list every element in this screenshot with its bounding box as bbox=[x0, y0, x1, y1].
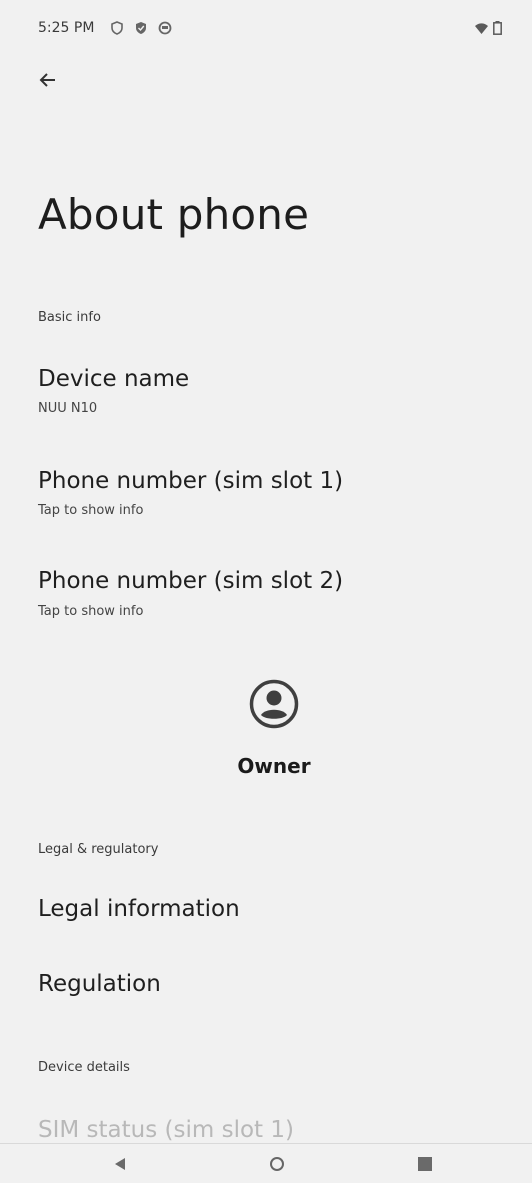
section-header-basic-info: Basic info bbox=[38, 310, 101, 325]
navigation-bar bbox=[0, 1143, 532, 1183]
phone-number-sim2-title: Phone number (sim slot 2) bbox=[38, 568, 344, 594]
status-bar: 5:25 PM bbox=[0, 0, 532, 56]
about-phone-screen: 5:25 PM About phone Basic info Device na… bbox=[0, 0, 532, 1183]
device-name-row[interactable] bbox=[0, 352, 532, 432]
status-icons-left bbox=[110, 20, 172, 35]
section-header-device-details: Device details bbox=[38, 1060, 130, 1075]
status-right-icons bbox=[474, 20, 502, 39]
device-name-title: Device name bbox=[38, 366, 190, 392]
battery-icon bbox=[493, 20, 502, 39]
nav-home-icon[interactable] bbox=[270, 1157, 284, 1171]
section-header-legal: Legal & regulatory bbox=[38, 842, 159, 857]
wifi-icon bbox=[474, 20, 489, 39]
legal-information-title: Legal information bbox=[38, 896, 240, 922]
regulation-title: Regulation bbox=[38, 971, 161, 997]
back-button[interactable] bbox=[34, 66, 62, 94]
status-time: 5:25 PM bbox=[38, 20, 95, 36]
account-circle-icon[interactable] bbox=[248, 678, 300, 730]
page-title: About phone bbox=[38, 190, 310, 239]
phone-number-sim1-summary: Tap to show info bbox=[38, 503, 144, 518]
arrow-left-icon bbox=[39, 73, 55, 87]
phone-number-sim1-title: Phone number (sim slot 1) bbox=[38, 468, 344, 494]
shield-check-icon bbox=[134, 20, 148, 34]
notification-icon bbox=[158, 20, 172, 35]
phone-number-sim2-summary: Tap to show info bbox=[38, 604, 144, 619]
nav-back-icon[interactable] bbox=[112, 1156, 128, 1172]
nav-recents-icon[interactable] bbox=[418, 1157, 432, 1171]
sim-status-sim1-title: SIM status (sim slot 1) bbox=[38, 1117, 294, 1143]
device-name-value: NUU N10 bbox=[38, 401, 98, 416]
owner-label[interactable]: Owner bbox=[0, 754, 532, 778]
shield-icon bbox=[110, 20, 124, 35]
